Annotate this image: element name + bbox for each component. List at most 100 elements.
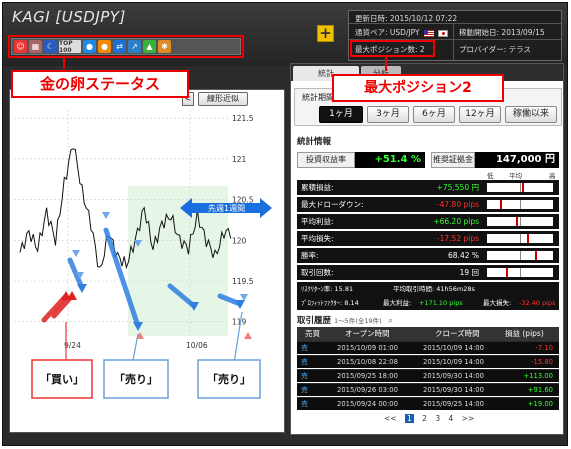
period-6m-button[interactable]: 6ヶ月: [413, 106, 455, 123]
app-title: KAGI [USDJPY]: [12, 8, 126, 26]
period-label: 統計期間: [302, 93, 334, 102]
app-window: KAGI [USDJPY] ☺ ▦ ☾ TOP 100 ● ● ⇄ ↗ ▲ ✱ …: [2, 2, 568, 446]
stat-value: +66.20 pips: [433, 217, 479, 226]
stat-value: 19 回: [459, 268, 479, 277]
stat-gauge-mid: [520, 183, 521, 192]
pf-row: ﾌﾟﾛﾌｨｯﾄﾌｧｸﾀｰ: 8.14 最大利益: +171.10 pips 最大…: [297, 296, 559, 310]
stat-gauge-marker: [500, 200, 502, 209]
search-icon[interactable]: ⌕: [388, 316, 392, 325]
pager-page-2[interactable]: 2: [422, 414, 427, 423]
history-open-time: 2015/10/09 01:00: [337, 344, 398, 352]
stats-section-title: 統計情報: [297, 137, 332, 147]
maxpos-highlight: [350, 40, 435, 57]
period-1m-button[interactable]: 1ヶ月: [319, 106, 363, 123]
stat-label: 平均利益:: [301, 217, 334, 226]
updated-value: 2015/10/12 07:22: [389, 14, 458, 23]
jp-flag-icon: [438, 29, 449, 37]
table-row[interactable]: 売 2015/09/25 18:00 2015/09/30 14:00 +113.00: [297, 369, 559, 382]
history-col-pnl: 損益 (pips): [505, 329, 544, 338]
buy-callout: 「買い」: [40, 372, 84, 386]
y-tick-label: 120: [232, 236, 247, 245]
history-title: 取引履歴 1〜5件(全19件) ⌕: [297, 314, 393, 326]
period-12m-button[interactable]: 12ヶ月: [459, 106, 501, 123]
maxpos-connector: [385, 57, 387, 71]
status-highlight: [8, 35, 244, 58]
stat-gauge-mid: [520, 251, 521, 260]
stat-gauge: [487, 217, 553, 226]
y-tick-label: 119.5: [232, 277, 254, 286]
table-row[interactable]: 売 2015/09/24 00:00 2015/09/25 14:00 +19.00: [297, 397, 559, 410]
sell-marker: [102, 212, 110, 219]
history-col-close: クローズ時間: [435, 329, 480, 338]
start-row: 稼動開始日: 2013/09/15: [459, 27, 545, 38]
stat-gauge-marker: [527, 234, 529, 243]
scale-high: 高: [549, 172, 556, 180]
status-connector: [63, 57, 65, 69]
start-value: 2013/09/15: [501, 28, 545, 37]
sell-callout: 「売り」: [114, 372, 158, 386]
pager-last[interactable]: >>: [462, 414, 475, 423]
stat-value: -47.80 pips: [436, 200, 479, 209]
sell-callout: 「売り」: [207, 372, 251, 386]
price-chart-panel: < 線形近似 121.5 121 120.5 120 119.5 119 9/24 10/06…: [9, 89, 285, 433]
max-loss-label: 最大損失:: [483, 299, 512, 307]
table-row[interactable]: 売 2015/09/26 03:00 2015/09/30 14:00 +91.60: [297, 383, 559, 396]
table-row[interactable]: 売 2015/10/08 22:08 2015/10/09 14:00 -15.80: [297, 355, 559, 368]
stat-gauge-marker: [506, 268, 508, 277]
pair-row: 通貨ペア: USD/JPY: [355, 27, 449, 38]
scale-mid: 平均: [509, 172, 522, 180]
pager-page-1[interactable]: 1: [404, 414, 414, 423]
history-heading: 取引履歴: [297, 316, 332, 326]
history-pnl: +113.00: [523, 372, 553, 380]
add-favorite-button[interactable]: +: [317, 25, 334, 42]
history-close-time: 2015/09/30 14:00: [423, 372, 484, 380]
history-side: 売: [301, 372, 308, 380]
price-chart[interactable]: 121.5121120.5120119.51199/24 10/06先週1週間「買…: [10, 90, 285, 433]
history-close-time: 2015/10/09 14:00: [423, 358, 484, 366]
history-side: 売: [301, 400, 308, 408]
history-close-time: 2015/09/30 14:00: [423, 386, 484, 394]
stat-gauge: [487, 234, 553, 243]
risk-label: ﾘｽｸﾘﾀｰﾝ率: 15.81: [301, 285, 354, 293]
stat-row: 勝率: 68.42 %: [297, 248, 559, 263]
period-all-button[interactable]: 稼働以来: [505, 106, 557, 123]
pair-label: 通貨ペア:: [355, 28, 388, 37]
history-pnl: +91.60: [527, 386, 553, 394]
history-side: 売: [301, 344, 308, 352]
capital-label: 推奨証拠金: [431, 152, 475, 168]
table-row[interactable]: 売 2015/10/09 01:00 2015/10/09 14:00 -7.10: [297, 341, 559, 354]
stat-gauge-mid: [520, 200, 521, 209]
avg-hold-label: 平均取引時間: 41h56m28s: [393, 285, 475, 293]
stat-row: 平均損失: -17.52 pips: [297, 231, 559, 246]
pf-label: ﾌﾟﾛﾌｨｯﾄﾌｧｸﾀｰ: 8.14: [301, 299, 359, 307]
stat-gauge-mid: [520, 268, 521, 277]
history-open-time: 2015/09/26 03:00: [337, 386, 398, 394]
history-count: 1〜5件(全19件): [334, 317, 382, 325]
stat-value: -17.52 pips: [436, 234, 479, 243]
return-label: 投資収益率: [297, 152, 355, 168]
history-header: 売買 オープン時間 クローズ時間 損益 (pips): [297, 327, 559, 341]
max-profit-label: 最大利益:: [383, 299, 412, 307]
stat-gauge-marker: [522, 183, 524, 192]
pair-value: USD/JPY: [389, 28, 420, 37]
pager-page-4[interactable]: 4: [448, 414, 453, 423]
stat-gauge-mid: [520, 234, 521, 243]
capital-value: 147,000 円: [475, 152, 559, 168]
stats-panel: 統計 分析 統計期間 1ヶ月 3ヶ月 6ヶ月 12ヶ月 稼働以来 統計情報 投資…: [290, 63, 564, 435]
provider-label: プロバイダー:: [459, 45, 507, 54]
history-close-time: 2015/09/25 14:00: [423, 400, 484, 408]
stat-label: 取引回数:: [301, 268, 334, 277]
buy-marker: [244, 332, 252, 339]
pager-first[interactable]: <<: [384, 414, 397, 423]
prev-week-label: 先週1週間: [208, 203, 245, 213]
pagination: << 1 2 3 4 >>: [381, 414, 477, 423]
us-flag-icon: [424, 29, 435, 37]
history-close-time: 2015/10/09 14:00: [423, 344, 484, 352]
pager-page-3[interactable]: 3: [435, 414, 440, 423]
history-side: 売: [301, 386, 308, 394]
period-3m-button[interactable]: 3ヶ月: [367, 106, 409, 123]
stat-value: 68.42 %: [448, 251, 479, 260]
history-open-time: 2015/09/24 00:00: [337, 400, 398, 408]
stat-gauge-marker: [516, 217, 518, 226]
history-pnl: -15.80: [531, 358, 553, 366]
